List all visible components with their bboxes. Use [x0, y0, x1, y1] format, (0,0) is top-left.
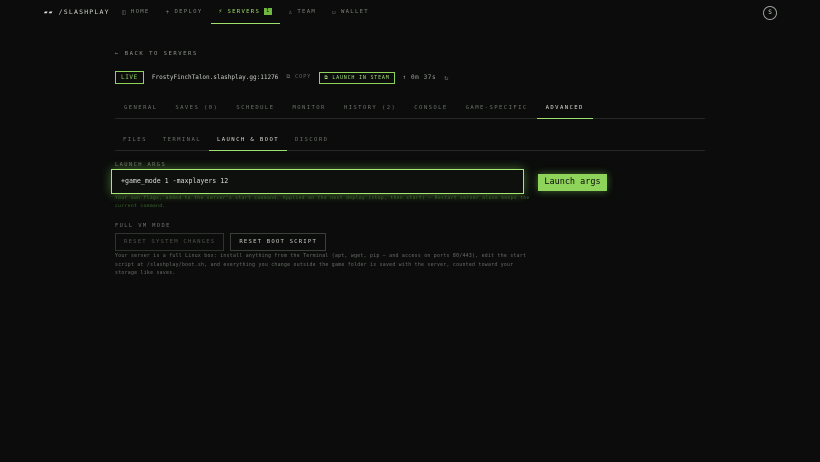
subtab-launch-boot[interactable]: LAUNCH & BOOT [209, 130, 287, 151]
tab-game-specific[interactable]: GAME-SPECIFIC [457, 98, 537, 118]
status-badge: LIVE [115, 71, 144, 84]
nav-home-label: HOME [130, 9, 150, 15]
launch-args-hint: Your own flags, added to the server's st… [115, 196, 530, 209]
launch-in-steam-button[interactable]: ⧉ LAUNCH IN STEAM [319, 71, 395, 84]
server-header: LIVE FrostyFinchTalon.slashplay.gg:11276… [115, 71, 448, 84]
reset-boot-script-button[interactable]: RESET BOOT SCRIPT [230, 233, 327, 251]
nav-home[interactable]: ◫ HOME [114, 0, 158, 24]
servers-count-badge: 1 [264, 8, 273, 15]
full-vm-actions: RESET SYSTEM CHANGES RESET BOOT SCRIPT [115, 233, 327, 251]
launch-args-label: LAUNCH ARGS [115, 162, 167, 168]
tab-general[interactable]: GENERAL [115, 98, 166, 118]
copy-address-button[interactable]: ⧉ COPY [286, 74, 311, 81]
launch-args-input[interactable]: +game_mode 1 -maxplayers 12 [111, 169, 524, 194]
full-vm-mode-label: FULL VM MODE [115, 223, 171, 229]
full-vm-description: Your server is a full Linux box: install… [115, 254, 527, 276]
subtab-discord[interactable]: DISCORD [287, 130, 336, 150]
reset-system-changes-button[interactable]: RESET SYSTEM CHANGES [115, 233, 225, 251]
user-avatar[interactable]: S [763, 6, 777, 20]
wallet-icon: ▭ [332, 8, 337, 16]
top-navbar: ▰▰ /SLASHPLAY ◫ HOME + DEPLOY ⚡ SERVERS … [0, 0, 820, 24]
subtab-terminal[interactable]: TERMINAL [155, 130, 209, 150]
nav-team-label: TEAM [297, 9, 317, 15]
nav-deploy[interactable]: + DEPLOY [158, 0, 211, 24]
nav-wallet-label: WALLET [340, 9, 369, 15]
tab-advanced[interactable]: ADVANCED [536, 98, 593, 119]
nav-deploy-label: DEPLOY [174, 9, 203, 15]
launch-args-button[interactable]: Launch args [538, 174, 607, 191]
slashplay-logo-icon: ▰▰ [44, 8, 54, 16]
nav-wallet[interactable]: ▭ WALLET [324, 0, 377, 24]
uptime-readout: ↑ 0m 37s [402, 74, 437, 81]
tab-console[interactable]: CONSOLE [405, 98, 456, 118]
main-nav: ◫ HOME + DEPLOY ⚡ SERVERS 1 ♙ TEAM ▭ WAL… [114, 0, 377, 24]
team-icon: ♙ [288, 8, 294, 16]
nav-servers-label: SERVERS [227, 8, 261, 15]
brand[interactable]: ▰▰ /SLASHPLAY [44, 8, 110, 16]
deploy-icon: + [165, 8, 171, 16]
tab-history[interactable]: HISTORY (2) [335, 98, 405, 118]
brand-name: /SLASHPLAY [58, 8, 110, 16]
advanced-subtabs: FILES TERMINAL LAUNCH & BOOT DISCORD [115, 130, 705, 151]
nav-servers[interactable]: ⚡ SERVERS 1 [210, 0, 281, 24]
server-address: FrostyFinchTalon.slashplay.gg:11276 [151, 74, 279, 81]
servers-icon: ⚡ [218, 8, 224, 15]
nav-team[interactable]: ♙ TEAM [280, 0, 324, 24]
tab-schedule[interactable]: SCHEDULE [227, 98, 283, 118]
tab-saves[interactable]: SAVES (0) [166, 98, 227, 118]
subtab-files[interactable]: FILES [115, 130, 155, 150]
refresh-icon[interactable]: ↻ [444, 74, 448, 82]
home-icon: ◫ [122, 8, 127, 16]
back-to-servers-link[interactable]: ← BACK TO SERVERS [115, 51, 198, 57]
server-tabs: GENERAL SAVES (0) SCHEDULE MONITOR HISTO… [115, 98, 705, 119]
tab-monitor[interactable]: MONITOR [283, 98, 334, 118]
